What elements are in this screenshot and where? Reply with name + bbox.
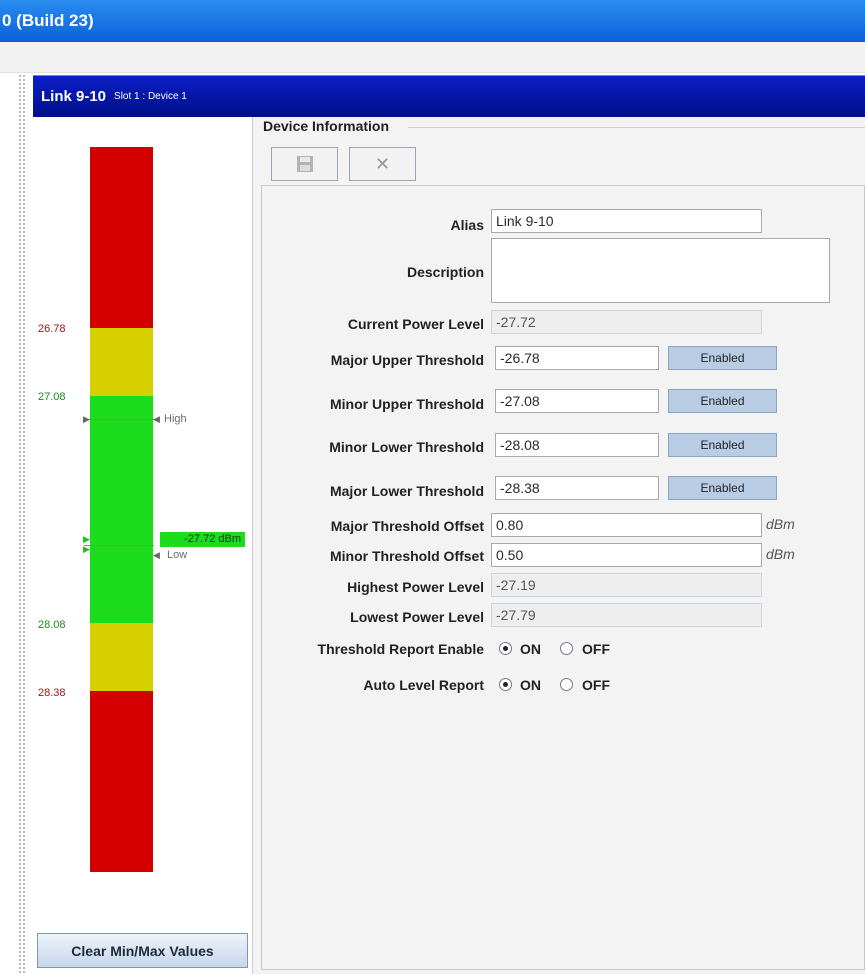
meter-label-minor-upper: 27.08 (38, 391, 66, 403)
splitter-handle[interactable] (18, 74, 26, 974)
meter-minor-lower-zone (90, 623, 153, 691)
lowest-power-value: -27.79 (491, 603, 762, 627)
current-right-arrow-icon: ▶ (83, 534, 90, 544)
window-title: 0 (Build 23) (2, 11, 94, 30)
major-upper-field[interactable]: -26.78 (495, 346, 659, 370)
meter-label-major-lower: 28.38 (38, 687, 66, 699)
minor-offset-field[interactable]: 0.50 (491, 543, 762, 567)
minor-lower-label: Minor Lower Threshold (329, 439, 484, 455)
marker-left-arrow-icon: ◀ (153, 414, 160, 424)
threshold-report-on-label: ON (520, 641, 541, 657)
threshold-report-off-radio[interactable] (560, 642, 573, 655)
alias-field[interactable]: Link 9-10 (491, 209, 762, 233)
meter-normal-zone (90, 396, 153, 623)
highest-power-value: -27.19 (491, 573, 762, 597)
power-level-meter (90, 147, 153, 872)
alias-label: Alias (450, 217, 484, 233)
auto-level-on-label: ON (520, 677, 541, 693)
panel-subtitle: Slot 1 : Device 1 (114, 91, 187, 102)
clear-minmax-button[interactable]: Clear Min/Max Values (37, 933, 248, 968)
current-marker-line (84, 545, 154, 546)
description-field[interactable] (491, 238, 830, 303)
major-lower-enabled-button[interactable]: Enabled (668, 476, 777, 500)
threshold-report-off-label: OFF (582, 641, 610, 657)
highest-power-label: Highest Power Level (347, 579, 484, 595)
major-upper-enabled-button[interactable]: Enabled (668, 346, 777, 370)
minor-offset-label: Minor Threshold Offset (330, 548, 484, 564)
current-level-readout: -27.72 dBm (160, 532, 245, 547)
description-label: Description (406, 264, 484, 280)
cancel-button[interactable]: ✕ (349, 147, 416, 181)
save-icon (296, 156, 313, 172)
major-offset-unit: dBm (766, 516, 795, 532)
auto-level-label: Auto Level Report (363, 677, 484, 693)
low-right-arrow-icon: ▶ (83, 544, 90, 554)
meter-minor-upper-zone (90, 328, 153, 396)
major-offset-field[interactable]: 0.80 (491, 513, 762, 537)
minor-upper-enabled-button[interactable]: Enabled (668, 389, 777, 413)
major-lower-label: Major Lower Threshold (329, 483, 484, 499)
close-icon: ✕ (374, 153, 391, 174)
save-button[interactable] (271, 147, 338, 181)
major-lower-field[interactable]: -28.38 (495, 476, 659, 500)
minor-lower-field[interactable]: -28.08 (495, 433, 659, 457)
low-marker-label: Low (167, 549, 188, 561)
group-border (408, 127, 865, 128)
toolbar-strip (0, 42, 865, 73)
panel-header: Link 9-10 Slot 1 : Device 1 (33, 75, 865, 117)
current-power-value: -27.72 (491, 310, 762, 334)
minor-upper-field[interactable]: -27.08 (495, 389, 659, 413)
auto-level-on-radio[interactable] (499, 678, 512, 691)
meter-major-upper-zone (90, 147, 153, 328)
meter-label-minor-lower: 28.08 (38, 619, 66, 631)
window-title-bar: 0 (Build 23) (0, 0, 865, 42)
meter-major-lower-zone (90, 691, 153, 872)
auto-level-off-radio[interactable] (560, 678, 573, 691)
minor-lower-enabled-button[interactable]: Enabled (668, 433, 777, 457)
marker-right-arrow-icon: ▶ (83, 414, 90, 424)
device-information-title: Device Information (263, 118, 394, 134)
lowest-power-label: Lowest Power Level (350, 609, 484, 625)
current-power-label: Current Power Level (347, 316, 484, 332)
meter-label-major-upper: 26.78 (38, 323, 66, 335)
auto-level-off-label: OFF (582, 677, 610, 693)
low-left-arrow-icon: ◀ (153, 550, 160, 560)
minor-offset-unit: dBm (766, 546, 795, 562)
threshold-report-on-radio[interactable] (499, 642, 512, 655)
panel-title: Link 9-10 (41, 88, 107, 105)
high-marker-line (84, 419, 154, 420)
minor-upper-label: Minor Upper Threshold (330, 396, 484, 412)
threshold-report-label: Threshold Report Enable (317, 641, 484, 657)
major-offset-label: Major Threshold Offset (330, 518, 484, 534)
major-upper-label: Major Upper Threshold (330, 352, 484, 368)
high-marker-label: High (164, 413, 187, 425)
